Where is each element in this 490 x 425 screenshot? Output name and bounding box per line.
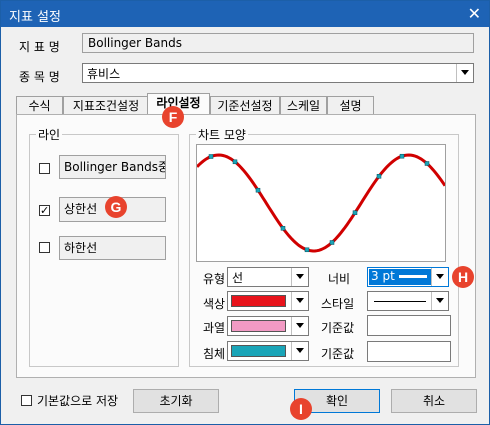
chevron-down-icon[interactable] [431, 268, 448, 286]
overbought-select[interactable] [227, 316, 309, 336]
preview-marker [352, 210, 358, 215]
reset-button[interactable]: 초기화 [133, 389, 219, 413]
type-label: 유형 [203, 272, 226, 286]
line-preview [195, 144, 447, 262]
item-name-select[interactable]: 휴비스 [82, 63, 474, 83]
line-item-checkbox-middle[interactable] [39, 163, 50, 174]
width-value: 3 pt [371, 269, 395, 283]
annotation-marker-h: H [452, 266, 474, 288]
indicator-name-field: Bollinger Bands [82, 33, 474, 53]
line-item-checkbox-lower[interactable] [39, 242, 50, 253]
settings-dialog: 지표 설정 ✕ 지 표 명 Bollinger Bands 종 목 명 휴비스 … [0, 0, 490, 425]
annotation-marker-i: I [290, 398, 312, 420]
annotation-marker-f: F [162, 106, 184, 128]
preview-marker [424, 161, 430, 166]
preview-line [195, 153, 447, 253]
tab-formula[interactable]: 수식 [16, 96, 63, 114]
chevron-down-icon[interactable] [291, 268, 308, 286]
preview-marker [280, 226, 286, 231]
preview-marker [399, 153, 405, 159]
style-label: 스타일 [321, 297, 355, 311]
chevron-down-icon[interactable] [291, 342, 308, 360]
line-preview-svg [195, 153, 447, 253]
chevron-down-icon[interactable] [431, 292, 448, 310]
indicator-name-label: 지 표 명 [19, 40, 60, 54]
oversold-label: 침체 [203, 347, 226, 361]
annotation-marker-g: G [105, 196, 127, 218]
baseline1-input[interactable] [367, 315, 451, 336]
item-name-label: 종 목 명 [19, 70, 60, 84]
preview-marker [304, 247, 310, 253]
style-line-sample [374, 301, 426, 302]
preview-marker [255, 187, 261, 193]
line-item-lower[interactable]: 하한선 [59, 236, 166, 260]
item-name-value: 휴비스 [87, 67, 121, 81]
line-item-middle[interactable]: Bollinger Bands중 [59, 155, 166, 179]
style-select[interactable] [367, 291, 449, 311]
overbought-swatch [231, 320, 286, 332]
color-swatch [231, 295, 286, 307]
preview-marker [376, 174, 382, 179]
tab-baseline-settings[interactable]: 기준선설정 [210, 96, 280, 114]
baseline2-input[interactable] [367, 341, 451, 362]
width-selected-bg: 3 pt [369, 269, 431, 285]
preview-marker [232, 159, 238, 165]
width-select[interactable]: 3 pt [367, 267, 449, 287]
chevron-down-icon[interactable] [291, 317, 308, 335]
close-icon[interactable]: ✕ [468, 4, 481, 23]
oversold-select[interactable] [227, 341, 309, 361]
overbought-label: 과열 [203, 321, 226, 335]
oversold-swatch [231, 345, 286, 357]
type-select[interactable]: 선 [227, 267, 309, 287]
window-title: 지표 설정 [9, 10, 61, 25]
save-default-checkbox[interactable] [21, 395, 32, 406]
preview-marker [329, 240, 335, 245]
preview-marker [208, 154, 214, 159]
baseline1-label: 기준값 [321, 321, 355, 335]
chart-shape-title: 차트 모양 [196, 126, 248, 143]
color-label: 색상 [203, 297, 226, 311]
title-bar[interactable]: 지표 설정 ✕ [1, 1, 489, 27]
tab-description[interactable]: 설명 [327, 96, 374, 114]
tab-scale[interactable]: 스케일 [280, 96, 327, 114]
tab-indicator-condition[interactable]: 지표조건설정 [63, 96, 149, 114]
line-item-checkbox-upper[interactable]: ✓ [39, 205, 50, 216]
line-group-title: 라인 [36, 126, 63, 143]
color-select[interactable] [227, 291, 309, 311]
width-line-sample [399, 275, 427, 278]
baseline2-label: 기준값 [321, 347, 355, 361]
chevron-down-icon[interactable] [291, 292, 308, 310]
chevron-down-icon[interactable] [456, 64, 473, 82]
type-value: 선 [232, 271, 244, 285]
width-label: 너비 [328, 272, 351, 286]
save-default-label: 기본값으로 저장 [37, 394, 119, 408]
cancel-button[interactable]: 취소 [391, 389, 477, 413]
